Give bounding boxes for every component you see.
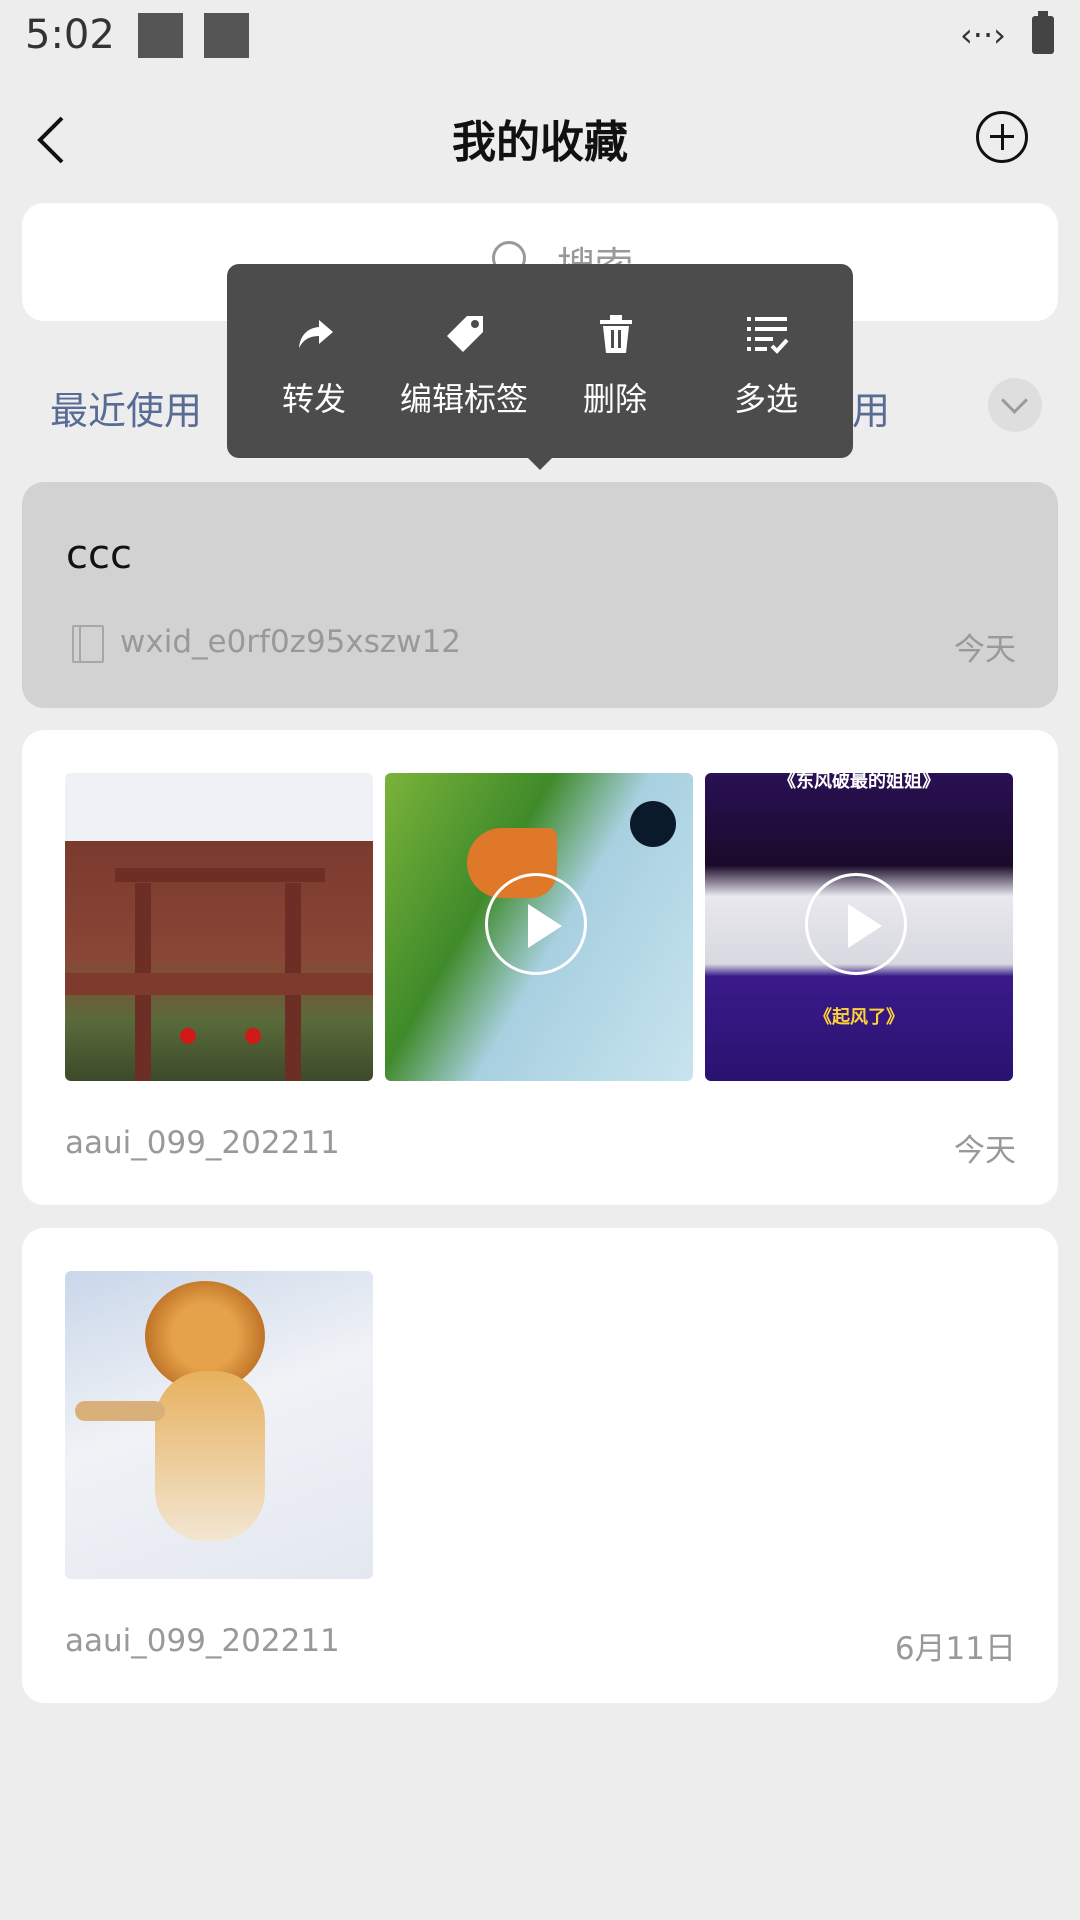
- context-menu: 转发 编辑标签 删除 多选: [227, 264, 853, 458]
- play-icon[interactable]: [485, 873, 587, 975]
- stage-video[interactable]: 《东风破最的姐姐》 《起风了》: [705, 773, 1013, 1081]
- play-icon[interactable]: [805, 873, 907, 975]
- video-caption-top: 《东风破最的姐姐》: [778, 773, 940, 792]
- favorite-item-media[interactable]: aaui_099_202211 6月11日: [22, 1228, 1058, 1703]
- tag-icon: [447, 316, 483, 352]
- multi-select-icon: [747, 317, 789, 354]
- share-forward-icon: [299, 320, 333, 348]
- item-date: 今天: [954, 632, 1016, 668]
- item-source: aaui_099_202211: [65, 1623, 340, 1659]
- nav-bar: 我的收藏: [0, 76, 1080, 202]
- item-date: 今天: [954, 1133, 1016, 1169]
- notification-icon: [138, 13, 183, 58]
- status-time: 5:02: [25, 12, 115, 58]
- notification-icon: [204, 13, 249, 58]
- menu-item-delete[interactable]: 删除: [540, 264, 690, 458]
- video-caption-bottom: 《起风了》: [814, 1007, 904, 1028]
- menu-item-forward[interactable]: 转发: [239, 264, 389, 458]
- menu-item-multi-select[interactable]: 多选: [691, 264, 841, 458]
- favorite-item-text[interactable]: ccc wxid_e0rf0z95xszw12 今天: [22, 482, 1058, 708]
- item-source: aaui_099_202211: [65, 1125, 340, 1161]
- favorite-item-media[interactable]: 《东风破最的姐姐》 《起风了》 aaui_099_202211 今天: [22, 730, 1058, 1205]
- chevron-down-icon[interactable]: [988, 378, 1042, 432]
- note-icon: [72, 625, 104, 663]
- battery-icon: [1032, 11, 1054, 54]
- duck-video[interactable]: [385, 773, 693, 1081]
- page-title: 我的收藏: [452, 117, 628, 168]
- trash-icon: [600, 315, 632, 353]
- tiger-photo[interactable]: [65, 1271, 373, 1579]
- item-source: wxid_e0rf0z95xszw12: [120, 624, 461, 660]
- archway-photo[interactable]: [65, 773, 373, 1081]
- context-menu-arrow: [526, 456, 554, 470]
- item-title: ccc: [66, 532, 132, 578]
- item-date: 6月11日: [894, 1631, 1016, 1667]
- filter-recent[interactable]: 最近使用: [50, 380, 202, 435]
- status-bar: 5:02 ‹··›: [0, 0, 1080, 76]
- plus-circle-icon[interactable]: [976, 111, 1028, 163]
- menu-item-edit-tag[interactable]: 编辑标签: [389, 264, 539, 458]
- menu-item-label: 多选: [733, 380, 798, 418]
- data-arrows-icon: ‹··›: [960, 16, 1006, 54]
